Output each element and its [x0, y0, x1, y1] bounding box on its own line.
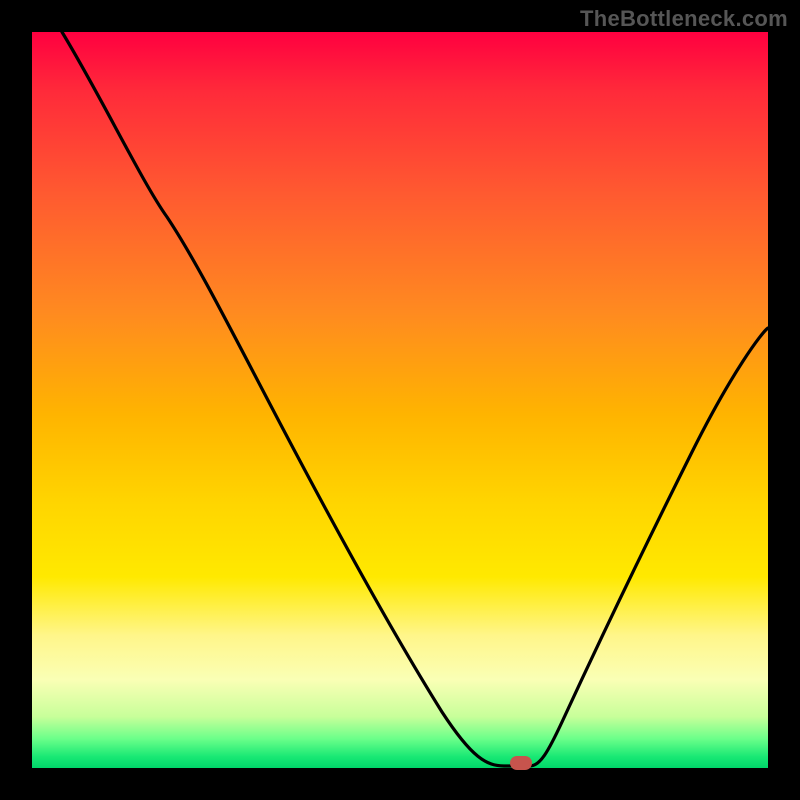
plot-area [32, 32, 768, 768]
optimal-marker [510, 756, 532, 770]
chart-frame: TheBottleneck.com [0, 0, 800, 800]
bottleneck-curve [62, 32, 768, 766]
attribution-text: TheBottleneck.com [580, 6, 788, 32]
chart-svg [32, 32, 768, 768]
